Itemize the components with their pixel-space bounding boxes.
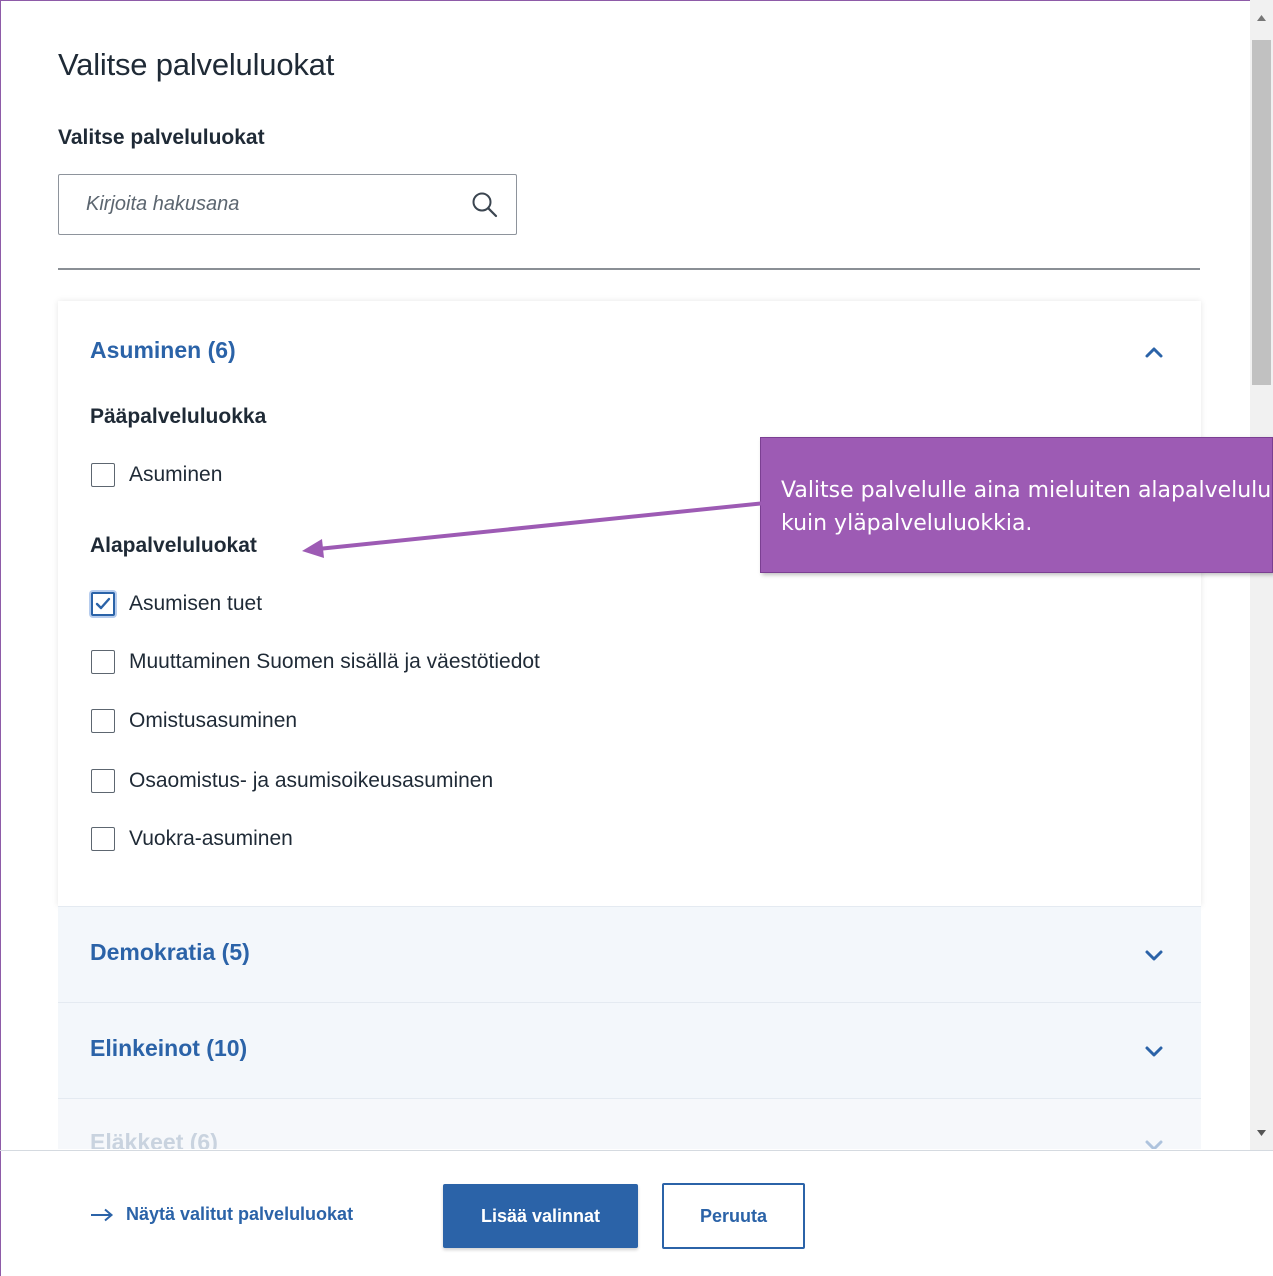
checkbox-label: Asumisen tuet	[129, 592, 263, 615]
callout-text: Valitse palvelulle aina mieluiten alapal…	[781, 478, 1272, 536]
show-selected-label: Näytä valitut palveluluokat	[126, 1204, 354, 1224]
checkbox-label: Osaomistus- ja asumisoikeusasuminen	[129, 769, 494, 792]
sub-category-label: Alapalveluluokat	[90, 534, 257, 557]
annotation-callout: Valitse palvelulle aina mieluiten alapal…	[760, 437, 1273, 573]
checkbox-option-muuttaminen[interactable]: Muuttaminen Suomen sisällä ja väestötied…	[91, 648, 540, 676]
annotation-arrow	[302, 501, 766, 558]
checkbox[interactable]	[91, 709, 115, 733]
checkbox[interactable]	[91, 650, 115, 674]
add-selections-button[interactable]: Lisää valinnat	[443, 1184, 638, 1248]
arrow-right-icon	[91, 1208, 114, 1221]
checkbox-checked[interactable]	[91, 592, 115, 616]
main-category-label: Pääpalveluluokka	[90, 405, 267, 428]
chevron-down-icon[interactable]	[1144, 1045, 1164, 1059]
category-accordion: Asuminen (6) Pääpalveluluokka Asuminen A…	[58, 301, 1201, 1149]
dialog-title: Valitse palveluluokat	[58, 47, 335, 82]
checkbox-option-vuokra-asuminen[interactable]: Vuokra-asuminen	[91, 825, 293, 853]
chevron-down-icon[interactable]	[1144, 949, 1164, 963]
checkbox-label: Asuminen	[129, 463, 223, 486]
chevron-up-icon[interactable]	[1144, 345, 1164, 359]
show-selected-link[interactable]: Näytä valitut palveluluokat	[90, 1204, 353, 1225]
checkbox-option-omistusasuminen[interactable]: Omistusasuminen	[91, 707, 297, 735]
cancel-button[interactable]: Peruuta	[662, 1183, 805, 1249]
search-field-label: Valitse palveluluokat	[58, 126, 265, 149]
checkbox-label: Omistusasuminen	[129, 709, 298, 732]
scroll-up-arrow-icon[interactable]	[1256, 14, 1267, 22]
accordion-header-asuminen[interactable]: Asuminen (6)	[90, 337, 236, 364]
category-dialog: Valitse palveluluokat Valitse palveluluo…	[1, 1, 1250, 1149]
scroll-down-arrow-icon[interactable]	[1256, 1129, 1267, 1137]
search-icon[interactable]	[471, 191, 499, 219]
accordion-panel-elinkeinot[interactable]: Elinkeinot (10)	[58, 1002, 1201, 1098]
checkbox[interactable]	[91, 827, 115, 851]
accordion-panel-demokratia[interactable]: Demokratia (5)	[58, 906, 1201, 1002]
scrollbar-thumb[interactable]	[1252, 40, 1271, 385]
checkbox-option-osaomistus[interactable]: Osaomistus- ja asumisoikeusasuminen	[91, 767, 493, 795]
accordion-header-demokratia[interactable]: Demokratia (5)	[90, 939, 250, 966]
chevron-down-icon[interactable]	[1144, 1139, 1164, 1149]
checkbox-option-asuminen[interactable]: Asuminen	[91, 461, 222, 489]
accordion-panel-asuminen: Asuminen (6) Pääpalveluluokka Asuminen A…	[58, 301, 1201, 906]
search-box	[58, 174, 517, 235]
accordion-panel-elakkeet[interactable]: Eläkkeet (6)	[58, 1098, 1201, 1149]
search-input[interactable]	[59, 175, 459, 234]
checkmark-icon	[95, 597, 111, 610]
checkbox-label: Vuokra-asuminen	[129, 827, 293, 850]
divider	[58, 268, 1200, 270]
footer-divider	[0, 1150, 1273, 1151]
checkbox[interactable]	[91, 463, 115, 487]
checkbox-option-asumisen-tuet[interactable]: Asumisen tuet	[91, 590, 262, 618]
checkbox-label: Muuttaminen Suomen sisällä ja väestötied…	[129, 650, 540, 673]
checkbox[interactable]	[91, 769, 115, 793]
accordion-header-elakkeet[interactable]: Eläkkeet (6)	[90, 1129, 218, 1149]
accordion-header-elinkeinot[interactable]: Elinkeinot (10)	[90, 1035, 247, 1062]
